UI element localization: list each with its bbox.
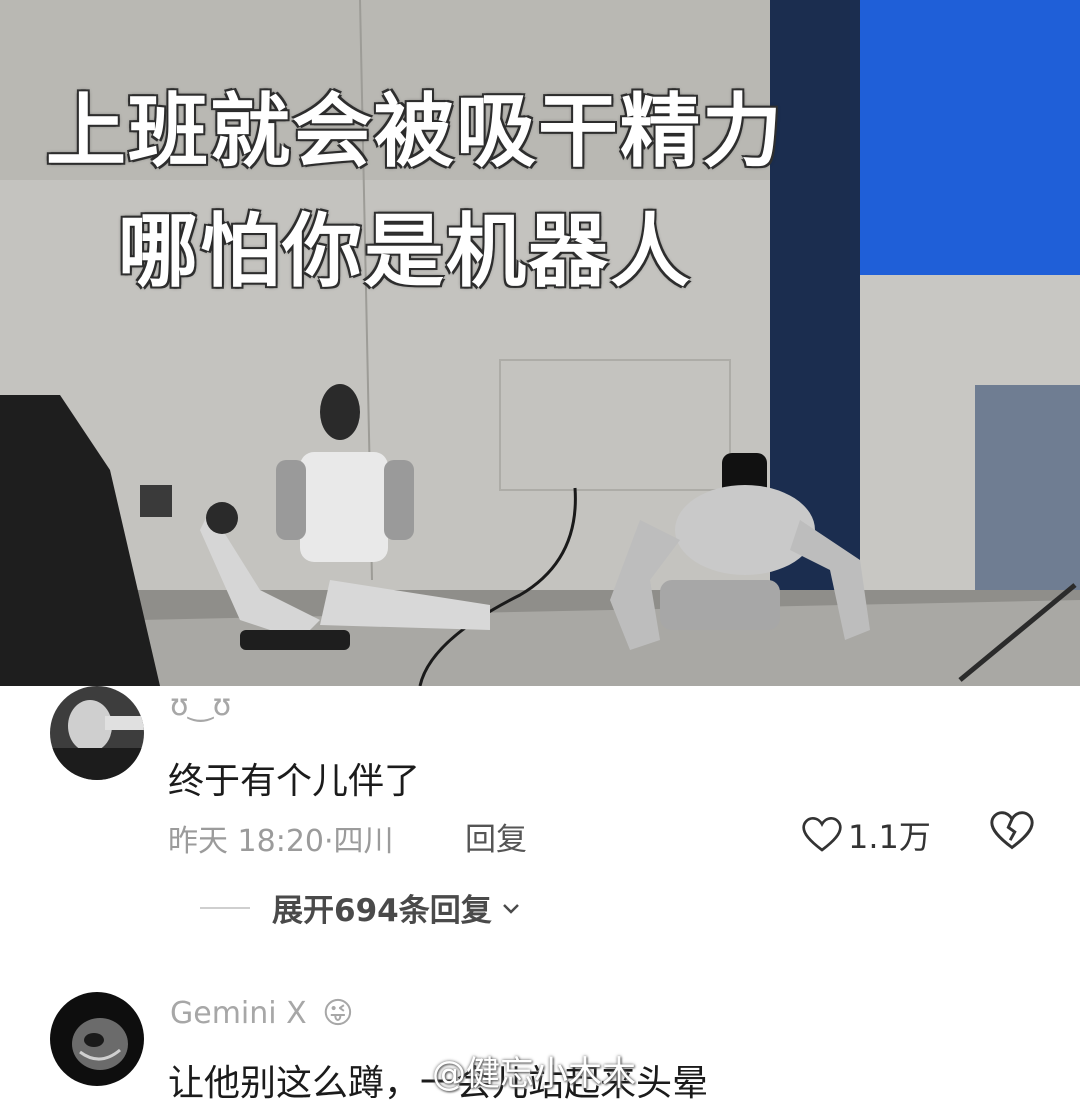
comment-username[interactable]: ʊ‿ʊ <box>170 688 231 723</box>
reply-button[interactable]: 回复 <box>465 814 527 859</box>
comment-timestamp-location: 昨天 18:20·四川 <box>168 824 394 859</box>
heart-icon <box>802 816 842 852</box>
expand-replies-label: 展开694条回复 <box>272 893 492 929</box>
video-caption-line2: 哪怕你是机器人 <box>118 205 692 298</box>
video-caption-line1: 上班就会被吸干精力 <box>46 85 784 178</box>
emoji-badge: 😜 <box>322 996 354 1031</box>
user-avatar[interactable] <box>50 992 144 1086</box>
like-button[interactable]: 1.1万 <box>802 812 931 858</box>
video-frame[interactable]: 上班就会被吸干精力 哪怕你是机器人 <box>0 0 1080 686</box>
user-avatar[interactable] <box>50 686 144 780</box>
avatar-photo-icon <box>50 686 144 780</box>
divider-line <box>200 906 250 909</box>
comment-text: 终于有个儿伴了 <box>168 761 421 802</box>
avatar-photo-icon <box>50 992 144 1086</box>
comment-username[interactable]: Gemini X 😜 <box>170 996 354 1031</box>
watermark: @健忘小木木 <box>432 1054 636 1094</box>
dislike-button[interactable] <box>990 810 1034 856</box>
like-count: 1.1万 <box>848 818 931 856</box>
expand-replies-button[interactable]: 展开694条回复 <box>200 885 524 930</box>
broken-heart-icon <box>990 811 1034 850</box>
chevron-down-icon <box>502 903 519 914</box>
username-text: Gemini X <box>170 996 307 1031</box>
